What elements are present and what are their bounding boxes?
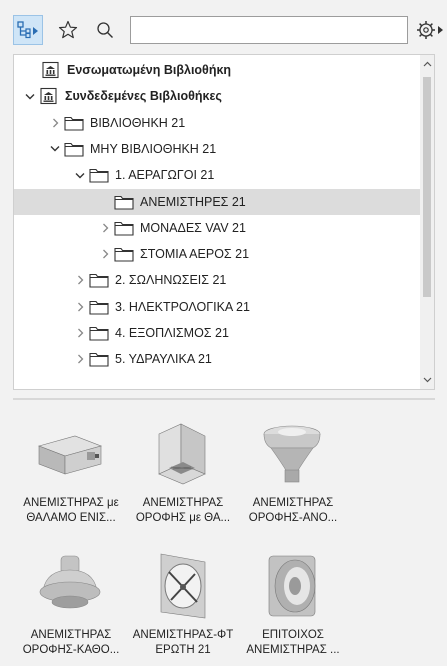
- tree-item-label: Ενσωματωμένη Βιβλιοθήκη: [67, 63, 232, 77]
- tree-item[interactable]: Συνδεδεμένες Βιβλιοθήκες: [14, 83, 432, 109]
- scroll-up-icon[interactable]: [420, 55, 434, 73]
- tree-item[interactable]: 4. ΕΞΟΠΛΙΣΜΟΣ 21: [14, 320, 432, 346]
- tree-item[interactable]: ΣΤΟΜΙΑ ΑΕΡΟΣ 21: [14, 241, 432, 267]
- tree-item[interactable]: ΜΗΥ ΒΙΒΛΙΟΘΗΚΗ 21: [14, 136, 432, 162]
- scroll-down-icon[interactable]: [420, 371, 434, 389]
- tree-item-label: 4. ΕΞΟΠΛΙΣΜΟΣ 21: [115, 326, 229, 340]
- item-caption-line1: ΑΝΕΜΙΣΤΗΡΑΣ: [252, 497, 334, 509]
- tree-item[interactable]: 2. ΣΩΛΗΝΩΣΕΙΣ 21: [14, 267, 432, 293]
- tree-item-label: 5. ΥΔΡΑΥΛΙΚΑ 21: [115, 352, 212, 367]
- item-caption-line1: ΕΠΙΤΟΙΧΟΣ: [262, 629, 324, 641]
- scrollbar-thumb[interactable]: [423, 77, 431, 297]
- chevron-right-icon[interactable]: [74, 301, 86, 313]
- chevron-right-icon[interactable]: [99, 248, 111, 260]
- tree-view-icon: [17, 21, 38, 39]
- library-toolbar: [0, 0, 447, 60]
- wall-fan-icon: [257, 550, 327, 622]
- tree-item-label: ΜΟΝΑΔΕΣ VAV 21: [140, 220, 246, 235]
- tree-item[interactable]: ΜΟΝΑΔΕΣ VAV 21: [14, 215, 432, 241]
- tree-view-button[interactable]: [13, 15, 43, 45]
- roof-fan-chamber-icon: [147, 418, 217, 490]
- propeller-fan-icon: [147, 550, 217, 622]
- tree-item-label: ΑΝΕΜΙΣΤΗΡΕΣ 21: [140, 194, 246, 209]
- search-icon: [97, 22, 113, 38]
- folder-icon: [114, 194, 134, 210]
- item-caption-line2: ΟΡΟΦΗΣ-ΑΝΟ...: [248, 512, 338, 524]
- favorites-button[interactable]: [53, 15, 83, 45]
- library-tree: Ενσωματωμένη Βιβλιοθήκη Συνδεδεμένες Βιβλ…: [13, 54, 435, 390]
- folder-icon: [89, 299, 109, 315]
- panel-divider[interactable]: [13, 398, 435, 400]
- chevron-right-icon[interactable]: [99, 222, 111, 234]
- library-item[interactable]: ΑΝΕΜΙΣΤΗΡΑΣ ΟΡΟΦΗΣ-ΑΝΟ...: [222, 410, 364, 530]
- chevron-right-icon[interactable]: [74, 327, 86, 339]
- folder-icon: [89, 325, 109, 341]
- chevron-down-icon[interactable]: [24, 90, 36, 102]
- library-icon: [41, 61, 61, 79]
- tree-scrollbar[interactable]: [420, 55, 434, 389]
- tree-item[interactable]: 3. ΗΛΕΚΤΡΟΛΟΓΙΚΑ 21: [14, 294, 432, 320]
- folder-icon: [89, 272, 109, 288]
- chevron-right-icon[interactable]: [49, 117, 61, 129]
- tree-item-label: ΣΤΟΜΙΑ ΑΕΡΟΣ 21: [140, 247, 250, 262]
- search-input[interactable]: [130, 16, 408, 44]
- roof-fan-down-icon: [35, 550, 105, 622]
- tree-item-label: 2. ΣΩΛΗΝΩΣΕΙΣ 21: [115, 273, 227, 288]
- tree-item[interactable]: ΒΙΒΛΙΟΘΗΚΗ 21: [14, 110, 432, 136]
- chevron-down-icon[interactable]: [74, 169, 86, 181]
- library-items-grid: ΑΝΕΜΙΣΤΗΡΑΣ με ΘΑΛΑΜΟ ΕΝΙΣ... ΑΝΕΜΙΣΤΗΡΑΣ Ο…: [0, 410, 447, 666]
- folder-icon: [114, 246, 134, 262]
- tree-item[interactable]: 5. ΥΔΡΑΥΛΙΚΑ 21: [14, 346, 432, 372]
- library-item[interactable]: ΕΠΙΤΟΙΧΟΣ ΑΝΕΜΙΣΤΗΡΑΣ ...: [222, 542, 364, 662]
- folder-icon: [89, 351, 109, 367]
- folder-icon: [114, 220, 134, 236]
- settings-button[interactable]: [415, 15, 447, 45]
- item-caption-line2: ΑΝΕΜΙΣΤΗΡΑΣ ...: [246, 644, 340, 656]
- chevron-down-icon[interactable]: [49, 143, 61, 155]
- tree-item-label: 1. ΑΕΡΑΓΩΓΟΙ 21: [115, 168, 215, 183]
- tree-item[interactable]: 1. ΑΕΡΑΓΩΓΟΙ 21: [14, 162, 432, 188]
- chevron-right-icon[interactable]: [74, 274, 86, 286]
- search-button[interactable]: [90, 15, 120, 45]
- box-fan-icon: [35, 418, 105, 490]
- tree-item-label: 3. ΗΛΕΚΤΡΟΛΟΓΙΚΑ 21: [115, 299, 250, 314]
- tree-item-label: ΒΙΒΛΙΟΘΗΚΗ 21: [90, 115, 186, 130]
- library-icon: [39, 87, 59, 105]
- tree-item[interactable]: ΑΝΕΜΙΣΤΗΡΕΣ 21: [14, 188, 432, 215]
- star-icon: [58, 20, 78, 39]
- tree-item-label: ΜΗΥ ΒΙΒΛΙΟΘΗΚΗ 21: [90, 141, 217, 156]
- folder-icon: [64, 141, 84, 157]
- folder-icon: [64, 115, 84, 131]
- gear-icon: [417, 21, 443, 39]
- folder-icon: [89, 167, 109, 183]
- chevron-right-icon[interactable]: [74, 353, 86, 365]
- tree-item[interactable]: Ενσωματωμένη Βιβλιοθήκη: [14, 57, 432, 83]
- tree-item-label: Συνδεδεμένες Βιβλιοθήκες: [65, 89, 222, 104]
- roof-fan-up-icon: [257, 418, 327, 490]
